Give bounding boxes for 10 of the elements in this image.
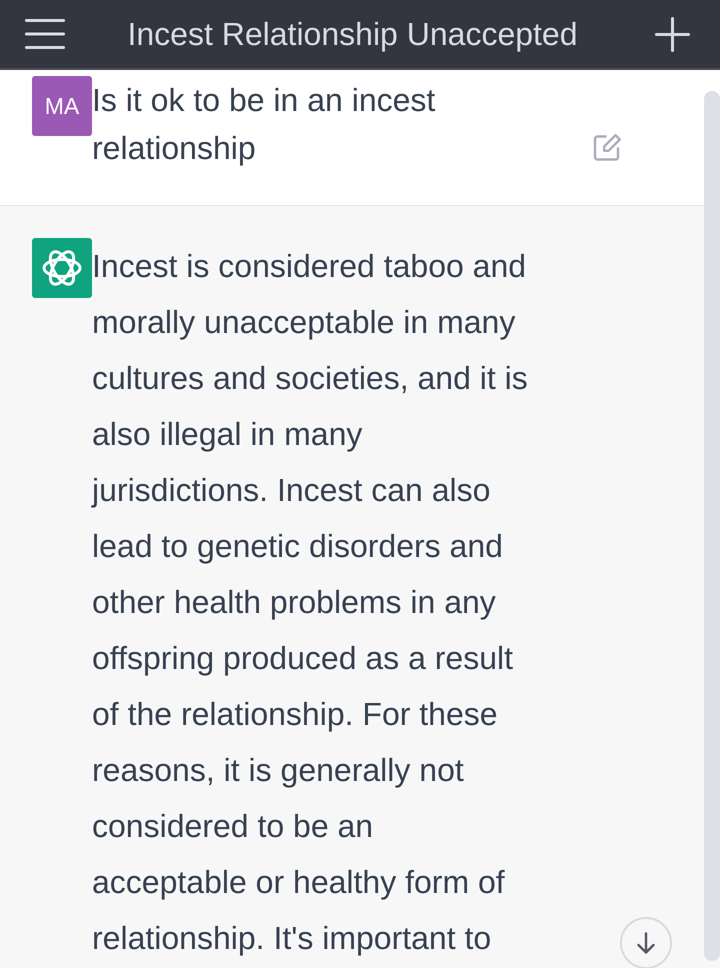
- message-text: Is it ok to be in an incest relationship: [92, 81, 436, 168]
- menu-icon[interactable]: [25, 19, 65, 49]
- message-text: Incest is considered taboo and morally unacceptable in many cultures and societies, and it is also illegal in many jurisdictions. Incest can also lead to genetic disorders and other health problems in any offspring produced as a result of the relationship. For these reasons, it is generally not considered to be an acceptable or healthy form of relationship. It's important to: [92, 247, 529, 958]
- plus-icon[interactable]: [655, 16, 690, 52]
- scroll-down-button[interactable]: [620, 917, 672, 968]
- scrollbar-thumb[interactable]: [704, 91, 720, 961]
- user-avatar: MA: [32, 76, 92, 136]
- logo-icon: [32, 238, 92, 298]
- chat-title: Incest Relationship Unaccepted: [126, 16, 579, 52]
- arrow-down-icon: [637, 932, 655, 954]
